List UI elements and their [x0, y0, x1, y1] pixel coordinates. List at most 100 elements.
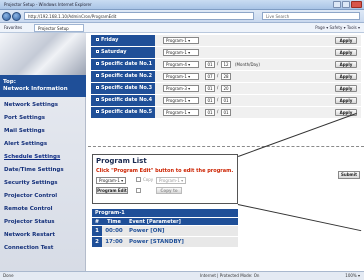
schedule-day-input[interactable]: 28: [221, 73, 231, 80]
sidebar-heading-line1: Top:: [3, 79, 16, 85]
schedule-program-select[interactable]: Program-1 ▾: [163, 97, 199, 104]
close-button[interactable]: [351, 1, 362, 8]
sidebar-item-network-restart[interactable]: Network Restart: [0, 229, 86, 242]
copy-to-checkbox[interactable]: [136, 188, 141, 193]
forward-icon[interactable]: [12, 12, 21, 21]
schedule-day-input[interactable]: 01: [221, 97, 231, 104]
program-table: Program-1 # Time Event [Parameter] 1 00:0…: [92, 209, 238, 247]
schedule-row: Specific date No.4 Program-1 ▾ 01/01 Apply: [91, 95, 361, 106]
date-separator: /: [217, 61, 219, 66]
row-time: 17:00: [102, 237, 126, 247]
schedule-day-input[interactable]: 20: [221, 85, 231, 92]
copy-checkbox[interactable]: [136, 177, 141, 182]
schedule-row-label: Specific date No.4: [91, 95, 155, 106]
submit-button[interactable]: Submit: [338, 171, 360, 179]
apply-button[interactable]: Apply: [335, 73, 357, 80]
sidebar-heading[interactable]: Top: Network Information: [0, 75, 86, 97]
schedule-program-select[interactable]: Program-1 ▾: [163, 109, 199, 116]
favorites-bar: Favorites Projector Setup Page ▾ Safety …: [0, 23, 364, 33]
date-separator: /: [217, 97, 219, 102]
sidebar-item-schedule-settings[interactable]: Schedule Settings: [0, 151, 86, 164]
window-title: Projector Setup - Windows Internet Explo…: [4, 2, 92, 7]
schedule-program-select[interactable]: Program-1 ▾: [163, 37, 199, 44]
sidebar-item-port-settings[interactable]: Port Settings: [0, 112, 86, 125]
security-zone: Internet | Protected Mode: On: [200, 273, 260, 278]
schedule-day-input[interactable]: 01: [221, 109, 231, 116]
schedule-month-input[interactable]: 01: [205, 61, 215, 68]
sidebar-item-network-settings[interactable]: Network Settings: [0, 99, 86, 112]
copy-label: Copy: [143, 177, 154, 182]
sidebar-item-date-time-settings[interactable]: Date/Time Settings: [0, 164, 86, 177]
url-input[interactable]: http://192.168.1.10/AdminCron/ProgramEdi…: [24, 12, 254, 20]
sidebar-item-projector-status[interactable]: Projector Status: [0, 216, 86, 229]
status-text: Done: [3, 273, 14, 278]
apply-button[interactable]: Apply: [335, 97, 357, 104]
toolbar-menus[interactable]: Page ▾ Safety ▾ Tools ▾: [315, 25, 360, 30]
schedule-row-label: Saturday: [91, 47, 155, 58]
row-time: 00:00: [102, 226, 126, 236]
section-divider: [88, 146, 364, 147]
browser-tab[interactable]: Projector Setup: [34, 24, 84, 32]
sidebar-item-security-settings[interactable]: Security Settings: [0, 177, 86, 190]
schedule-month-input[interactable]: 07: [205, 73, 215, 80]
apply-button[interactable]: Apply: [335, 61, 357, 68]
schedule-month-input[interactable]: 01: [205, 85, 215, 92]
sidebar: Top: Network Information Network Setting…: [0, 33, 86, 271]
program-edit-button[interactable]: Program Edit: [96, 187, 128, 194]
table-row: 2 17:00 Power [STANDBY]: [92, 237, 238, 247]
schedule-program-select[interactable]: Program-4 ▾: [163, 61, 199, 68]
schedule-row: Saturday Program-1 ▾ Apply: [91, 47, 361, 58]
sidebar-item-alert-settings[interactable]: Alert Settings: [0, 138, 86, 151]
schedule-day-input[interactable]: 12: [221, 61, 231, 68]
sidebar-menu: Network Settings Port Settings Mail Settin…: [0, 99, 86, 255]
status-bar: Done Internet | Protected Mode: On 100% …: [0, 271, 364, 280]
sidebar-item-remote-control[interactable]: Remote Control: [0, 203, 86, 216]
date-format-note: (Month/Day): [235, 62, 260, 67]
zoom-level[interactable]: 100% ▾: [345, 272, 360, 280]
date-separator: /: [217, 73, 219, 78]
program-select-value: Program-1: [99, 178, 120, 183]
favorites-button[interactable]: Favorites: [4, 25, 22, 30]
col-event: Event [Parameter]: [129, 219, 181, 225]
row-num: 2: [92, 237, 102, 247]
schedule-program-select[interactable]: Program-3 ▾: [163, 85, 199, 92]
schedule-program-select[interactable]: Program-1 ▾: [163, 73, 199, 80]
back-icon[interactable]: [2, 12, 11, 21]
copy-to-button[interactable]: Copy to: [156, 187, 182, 194]
program-select[interactable]: Program-1 ▾: [96, 177, 126, 184]
schedule-row: Specific date No.5 Program-1 ▾ 01/01 Apply: [91, 107, 361, 118]
row-event: Power [ON]: [126, 226, 238, 236]
sidebar-heading-line2: Network Information: [3, 86, 68, 92]
schedule-row-label: Specific date No.3: [91, 83, 155, 94]
program-list-panel: Program List Click "Program Edit" button…: [92, 154, 238, 204]
brand-banner: [0, 33, 86, 75]
sidebar-item-projector-control[interactable]: Projector Control: [0, 190, 86, 203]
schedule-row-label: Specific date No.1: [91, 59, 155, 70]
date-separator: /: [217, 109, 219, 114]
apply-button[interactable]: Apply: [335, 37, 357, 44]
window-titlebar: Projector Setup - Windows Internet Explo…: [0, 0, 364, 10]
apply-button[interactable]: Apply: [335, 49, 357, 56]
row-event: Power [STANDBY]: [126, 237, 238, 247]
schedule-row: Specific date No.2 Program-1 ▾ 07/28 Apply: [91, 71, 361, 82]
date-separator: /: [217, 85, 219, 90]
program-list-title: Program List: [96, 157, 147, 165]
apply-button[interactable]: Apply: [335, 85, 357, 92]
table-row: 1 00:00 Power [ON]: [92, 226, 238, 236]
program-table-name: Program-1: [92, 209, 238, 217]
search-input[interactable]: Live Search: [262, 12, 360, 20]
schedule-month-input[interactable]: 01: [205, 109, 215, 116]
schedule-row: Specific date No.1 Program-4 ▾ 01/12 (Month…: [91, 59, 361, 70]
sidebar-item-mail-settings[interactable]: Mail Settings: [0, 125, 86, 138]
program-table-header: # Time Event [Parameter]: [92, 217, 238, 225]
schedule-program-select[interactable]: Program-1 ▾: [163, 49, 199, 56]
copy-target-select[interactable]: Program-1 ▾: [156, 177, 186, 184]
col-num: #: [94, 219, 100, 225]
schedule-row-label: Specific date No.2: [91, 71, 155, 82]
maximize-button[interactable]: [342, 1, 350, 8]
schedule-month-input[interactable]: 01: [205, 97, 215, 104]
schedule-row: Specific date No.3 Program-3 ▾ 01/20 Apply: [91, 83, 361, 94]
minimize-button[interactable]: [333, 1, 341, 8]
sidebar-item-connection-test[interactable]: Connection Test: [0, 242, 86, 255]
schedule-table: Friday Program-1 ▾ Apply Saturday Program-1 …: [91, 35, 361, 119]
